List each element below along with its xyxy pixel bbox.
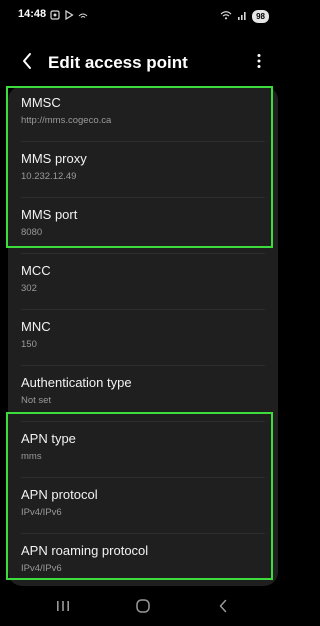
- setting-title: Authentication type: [21, 375, 132, 390]
- setting-value: 150: [21, 339, 37, 350]
- setting-value: IPv4/IPv6: [21, 563, 62, 574]
- setting-mnc[interactable]: MNC 150: [8, 310, 278, 366]
- setting-apn-roaming-protocol[interactable]: APN roaming protocol IPv4/IPv6: [8, 534, 278, 586]
- battery-indicator: 98: [252, 9, 269, 23]
- setting-title: MCC: [21, 263, 51, 278]
- setting-value: http://mms.cogeco.ca: [21, 115, 112, 126]
- status-time: 14:48: [18, 8, 47, 20]
- setting-value: 302: [21, 283, 37, 294]
- wifi-icon: [220, 7, 232, 25]
- setting-value: IPv4/IPv6: [21, 507, 62, 518]
- navigation-bar: [0, 590, 287, 626]
- app-header: Edit access point: [0, 46, 287, 80]
- setting-title: APN roaming protocol: [21, 543, 149, 558]
- screenshot-icon: [50, 7, 60, 25]
- chevron-left-icon: [21, 52, 33, 75]
- recent-apps-icon: [56, 599, 70, 617]
- signal-icon: [237, 7, 247, 25]
- status-bar: 14:48 98: [0, 0, 287, 30]
- setting-mcc[interactable]: MCC 302: [8, 254, 278, 310]
- setting-apn-type[interactable]: APN type mms: [8, 422, 278, 478]
- back-button[interactable]: [16, 50, 38, 76]
- back-icon: [218, 599, 228, 618]
- status-icons-left: [50, 7, 88, 25]
- setting-value: 8080: [21, 227, 43, 238]
- home-icon: [135, 598, 151, 619]
- more-options-button[interactable]: [249, 51, 269, 75]
- setting-title: MNC: [21, 319, 51, 334]
- setting-value: mms: [21, 451, 42, 462]
- setting-mms-port[interactable]: MMS port 8080: [8, 198, 278, 254]
- status-icons-right: 98: [220, 7, 269, 25]
- recent-apps-button[interactable]: [48, 596, 78, 620]
- page-title: Edit access point: [48, 53, 188, 72]
- setting-apn-protocol[interactable]: APN protocol IPv4/IPv6: [8, 478, 278, 534]
- wifi-calling-icon: [78, 7, 88, 25]
- back-nav-button[interactable]: [208, 596, 238, 620]
- more-vertical-icon: [257, 53, 261, 74]
- setting-title: MMS proxy: [21, 151, 87, 166]
- setting-mmsc[interactable]: MMSC http://mms.cogeco.ca: [8, 86, 278, 142]
- setting-title: APN type: [21, 431, 76, 446]
- setting-mms-proxy[interactable]: MMS proxy 10.232.12.49: [8, 142, 278, 198]
- setting-title: MMSC: [21, 95, 61, 110]
- setting-authentication-type[interactable]: Authentication type Not set: [8, 366, 278, 422]
- play-icon: [64, 7, 74, 25]
- setting-title: APN protocol: [21, 487, 98, 502]
- setting-title: MMS port: [21, 207, 78, 222]
- home-button[interactable]: [128, 596, 158, 620]
- setting-value: Not set: [21, 395, 52, 406]
- settings-list: MMSC http://mms.cogeco.ca MMS proxy 10.2…: [8, 86, 278, 586]
- setting-value: 10.232.12.49: [21, 171, 77, 182]
